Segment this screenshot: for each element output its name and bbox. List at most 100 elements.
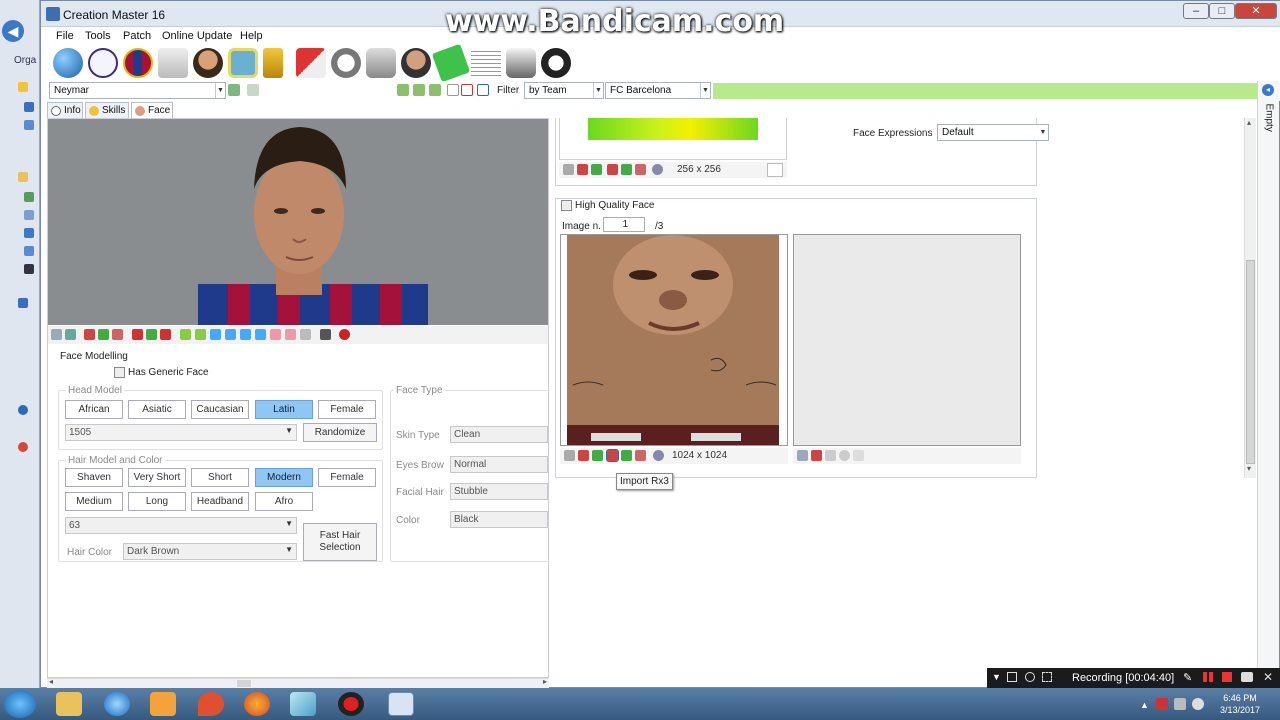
delete-icon[interactable]	[635, 450, 646, 461]
export-icon[interactable]	[811, 450, 822, 461]
scroll-up-icon[interactable]: ▴	[1247, 118, 1251, 127]
notes-taskbar-icon[interactable]	[290, 692, 316, 716]
back-arrow-icon[interactable]: ◀	[2, 20, 24, 42]
eye-icon[interactable]	[797, 450, 808, 461]
hq-face-checkbox[interactable]	[561, 200, 572, 211]
close-button[interactable]: ✕	[1235, 3, 1277, 19]
dropdown-icon[interactable]: ▼	[992, 672, 1001, 682]
jersey-icon[interactable]	[158, 48, 188, 78]
export-icon[interactable]	[578, 450, 589, 461]
tab-info[interactable]: Info	[47, 102, 83, 118]
reset-view-icon[interactable]	[300, 329, 311, 340]
pitch-icon[interactable]	[431, 43, 471, 83]
edit-icon[interactable]	[413, 84, 425, 96]
remove-icon[interactable]	[429, 84, 441, 96]
menu-file[interactable]: File	[56, 30, 74, 42]
shield-icon[interactable]	[767, 163, 783, 177]
select-region-icon[interactable]	[1042, 672, 1052, 682]
hair-medium-button[interactable]: Medium	[65, 492, 123, 511]
trophy-icon[interactable]	[263, 48, 283, 78]
hair-short-button[interactable]: Short	[191, 468, 249, 487]
skin-type-select[interactable]: Clean	[450, 426, 548, 443]
action-center-icon[interactable]	[1156, 698, 1168, 710]
scroll-thumb[interactable]	[1246, 260, 1255, 464]
tab-face[interactable]: Face	[131, 102, 173, 118]
side-panel-label[interactable]: Empty	[1264, 104, 1275, 138]
network-tray-icon[interactable]	[1174, 698, 1186, 710]
menu-online-update[interactable]: Online Update	[162, 30, 232, 42]
export-rx3-icon[interactable]	[621, 450, 632, 461]
hair-green-icon[interactable]	[146, 329, 157, 340]
filter-by-select[interactable]: by Team ▼	[524, 82, 604, 99]
media-player-taskbar-icon[interactable]	[150, 692, 176, 716]
delete-icon[interactable]	[635, 164, 646, 175]
text-size-icon[interactable]	[247, 84, 259, 96]
hair-very-short-button[interactable]: Very Short	[128, 468, 186, 487]
camera-icon[interactable]	[320, 329, 331, 340]
arrow-right-icon[interactable]	[255, 329, 266, 340]
bandicam-taskbar-icon[interactable]	[338, 692, 364, 716]
player-icon[interactable]	[193, 48, 223, 78]
globe-icon[interactable]	[53, 48, 83, 78]
stadium-icon[interactable]	[228, 48, 258, 78]
zoom-out-icon[interactable]	[285, 329, 296, 340]
boots-icon[interactable]	[296, 48, 326, 78]
vertical-scrollbar[interactable]: ▴ ▾	[1244, 118, 1256, 478]
zoom-in-icon[interactable]	[270, 329, 281, 340]
show-hidden-icons[interactable]: ▲	[1140, 700, 1149, 710]
head-latin-button[interactable]: Latin	[255, 400, 313, 419]
head-asiatic-button[interactable]: Asiatic	[128, 400, 186, 419]
arrow-down-right-icon[interactable]	[195, 329, 206, 340]
import-icon[interactable]	[591, 164, 602, 175]
hair-long-button[interactable]: Long	[128, 492, 186, 511]
maps-taskbar-icon[interactable]	[198, 692, 224, 716]
horizontal-scrollbar[interactable]: ◂ ▸	[47, 677, 549, 688]
generic-face-checkbox[interactable]	[114, 367, 125, 378]
randomize-button[interactable]: Randomize	[303, 423, 377, 442]
zoom-icon[interactable]	[652, 164, 663, 175]
window-mode-icon[interactable]	[1007, 672, 1017, 682]
scroll-down-icon[interactable]: ▾	[1247, 464, 1251, 473]
player-select[interactable]: Neymar ▼	[49, 82, 226, 99]
hair-red-icon[interactable]	[132, 329, 143, 340]
export-rx3-icon[interactable]	[607, 164, 618, 175]
scroll-left-icon[interactable]: ◂	[49, 677, 53, 686]
light-icon[interactable]	[65, 329, 76, 340]
organize-label[interactable]: Orga	[14, 55, 36, 66]
arrow-up-icon[interactable]	[210, 329, 221, 340]
ball-icon[interactable]	[331, 48, 361, 78]
image-n-spinner[interactable]: 1	[603, 217, 645, 232]
refresh-icon[interactable]	[228, 84, 240, 96]
close-icon[interactable]: ✕	[1263, 670, 1273, 684]
delete-document-icon[interactable]	[461, 84, 473, 96]
start-button[interactable]	[4, 690, 36, 718]
hair-modern-button[interactable]: Modern	[255, 468, 313, 487]
import-rx3-icon[interactable]	[606, 449, 619, 462]
manager-icon[interactable]	[401, 48, 431, 78]
import-icon[interactable]	[592, 450, 603, 461]
side-panel-toggle-icon[interactable]: ◂	[1262, 84, 1274, 96]
zoom-icon[interactable]	[653, 450, 664, 461]
hair-color-select[interactable]: Dark Brown ▼	[123, 543, 297, 560]
head-caucasian-button[interactable]: Caucasian	[191, 400, 249, 419]
headphones-icon[interactable]	[541, 48, 571, 78]
stop-icon[interactable]	[1222, 672, 1232, 682]
zoom-icon[interactable]	[839, 450, 850, 461]
volume-icon[interactable]	[1192, 698, 1204, 710]
creation-master-taskbar-icon[interactable]	[388, 692, 414, 716]
hair-delete-icon[interactable]	[160, 329, 171, 340]
maximize-button[interactable]: □	[1209, 3, 1235, 19]
explorer-taskbar-icon[interactable]	[56, 692, 82, 716]
scroll-thumb[interactable]	[237, 680, 251, 687]
hair-headband-button[interactable]: Headband	[191, 492, 249, 511]
save-icon[interactable]	[564, 450, 575, 461]
head-red-icon[interactable]	[84, 329, 95, 340]
tab-skills[interactable]: Skills	[85, 102, 129, 118]
eye-icon[interactable]	[51, 329, 62, 340]
hair-female-button[interactable]: Female	[318, 468, 376, 487]
search-icon[interactable]	[1025, 672, 1035, 682]
record-icon[interactable]	[339, 329, 350, 340]
head-pink-icon[interactable]	[112, 329, 123, 340]
scroll-right-icon[interactable]: ▸	[543, 677, 547, 686]
gloves-icon[interactable]	[506, 48, 536, 78]
